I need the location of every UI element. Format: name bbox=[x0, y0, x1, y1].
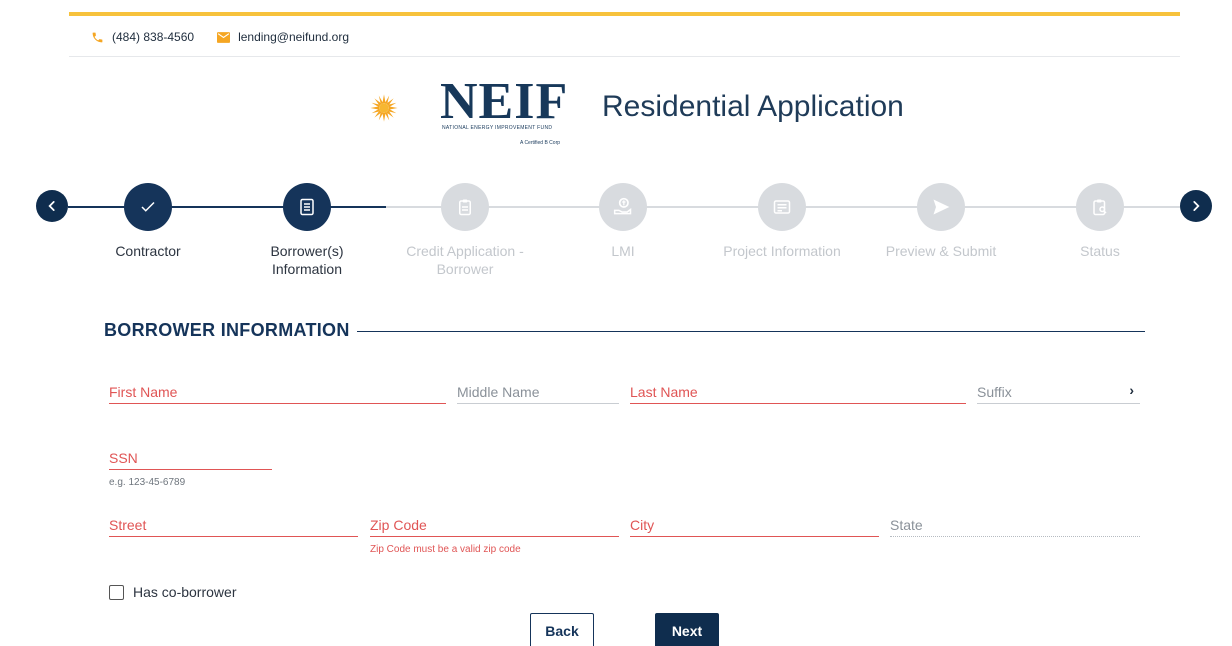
state-input[interactable] bbox=[890, 513, 1140, 536]
chevron-left-icon bbox=[48, 201, 55, 211]
step-label-status: Status bbox=[1080, 243, 1120, 259]
first-name-input[interactable] bbox=[109, 380, 446, 403]
co-borrower-label: Has co-borrower bbox=[133, 584, 237, 600]
phone-icon bbox=[90, 30, 104, 44]
co-borrower-checkbox-row[interactable]: Has co-borrower bbox=[109, 584, 236, 600]
co-borrower-checkbox[interactable] bbox=[109, 584, 124, 600]
next-button[interactable]: Next bbox=[655, 613, 719, 646]
street-field[interactable] bbox=[109, 513, 358, 537]
stepper-prev-button[interactable] bbox=[36, 190, 68, 222]
suffix-select[interactable]: › bbox=[977, 380, 1140, 404]
zip-code-field[interactable] bbox=[370, 513, 619, 537]
contact-bar: (484) 838-4560 lending@neifund.org bbox=[90, 28, 371, 46]
send-icon bbox=[933, 199, 950, 215]
money-hand-icon bbox=[613, 197, 632, 215]
city-field[interactable] bbox=[630, 513, 879, 537]
id-card-icon bbox=[773, 200, 791, 214]
chevron-right-icon: › bbox=[1129, 382, 1134, 398]
top-accent-bar bbox=[69, 12, 1180, 16]
middle-name-field[interactable] bbox=[457, 380, 619, 404]
check-icon bbox=[141, 201, 155, 212]
step-status[interactable] bbox=[1076, 183, 1124, 231]
step-label-project-information: Project Information bbox=[723, 243, 841, 259]
phone-contact[interactable]: (484) 838-4560 bbox=[90, 30, 194, 44]
ssn-input[interactable] bbox=[109, 446, 272, 469]
email-icon bbox=[216, 30, 230, 44]
step-label-credit-application: Credit Application - Borrower bbox=[406, 243, 524, 277]
back-button[interactable]: Back bbox=[530, 613, 594, 646]
logo-certification: A Certified B Corp bbox=[520, 140, 561, 146]
step-borrower-information[interactable] bbox=[283, 183, 331, 231]
logo-subtitle: NATIONAL ENERGY IMPROVEMENT FUND bbox=[442, 125, 553, 131]
last-name-field[interactable] bbox=[630, 380, 966, 404]
logo-wordmark: NEIF bbox=[440, 73, 569, 130]
phone-number: (484) 838-4560 bbox=[112, 30, 195, 44]
page-title: Residential Application bbox=[602, 90, 904, 123]
step-lmi[interactable] bbox=[599, 183, 647, 231]
last-name-input[interactable] bbox=[630, 380, 966, 403]
street-input[interactable] bbox=[109, 513, 358, 536]
city-input[interactable] bbox=[630, 513, 879, 536]
email-contact[interactable]: lending@neifund.org bbox=[216, 30, 349, 44]
step-preview-submit[interactable] bbox=[917, 183, 965, 231]
clipboard-icon bbox=[459, 199, 471, 216]
step-contractor[interactable] bbox=[124, 183, 172, 231]
header-divider bbox=[69, 56, 1180, 57]
step-label-lmi: LMI bbox=[611, 243, 635, 259]
ssn-field[interactable] bbox=[109, 446, 272, 470]
chevron-right-icon bbox=[1193, 201, 1200, 211]
neif-sun-logo-icon[interactable] bbox=[368, 68, 448, 148]
step-label-preview-submit: Preview & Submit bbox=[885, 243, 997, 259]
zip-code-input[interactable] bbox=[370, 513, 619, 536]
stepper-next-button[interactable] bbox=[1180, 190, 1212, 222]
clipboard-search-icon bbox=[1093, 199, 1107, 216]
section-divider bbox=[357, 331, 1145, 332]
stepper-progress-line bbox=[68, 206, 386, 208]
step-credit-application[interactable] bbox=[441, 183, 489, 231]
first-name-field[interactable] bbox=[109, 380, 446, 404]
state-field[interactable] bbox=[890, 513, 1140, 537]
document-icon bbox=[300, 198, 314, 216]
ssn-hint: e.g. 123-45-6789 bbox=[109, 477, 186, 488]
step-project-information[interactable] bbox=[758, 183, 806, 231]
step-label-borrower-information: Borrower(s) Information bbox=[270, 243, 344, 277]
middle-name-input[interactable] bbox=[457, 380, 619, 403]
email-address: lending@neifund.org bbox=[238, 30, 349, 44]
step-label-contractor: Contractor bbox=[115, 243, 181, 259]
zip-code-error: Zip Code must be a valid zip code bbox=[370, 544, 521, 555]
suffix-input[interactable] bbox=[977, 380, 1140, 403]
section-title: BORROWER INFORMATION bbox=[104, 320, 350, 340]
